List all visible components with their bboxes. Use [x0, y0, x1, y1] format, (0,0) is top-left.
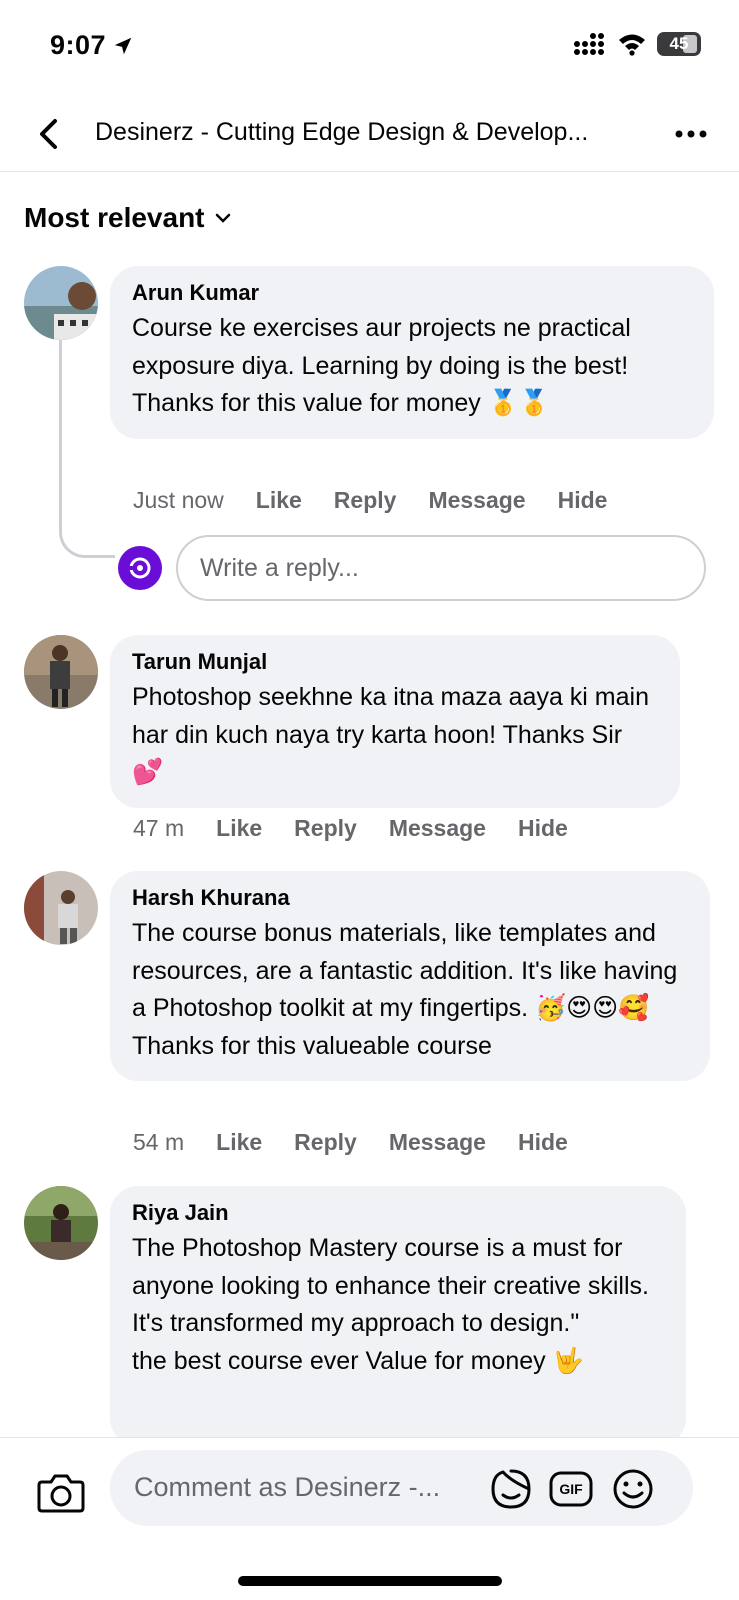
comment-input[interactable]: Comment as Desinerz -... GIF — [110, 1450, 693, 1526]
comment-text: The Photoshop Mastery course is a must f… — [132, 1234, 649, 1375]
hide-button[interactable]: Hide — [518, 815, 568, 842]
sticker-button[interactable] — [488, 1466, 534, 1512]
avatar-photo-harsh — [24, 871, 98, 945]
gif-label: GIF — [559, 1481, 583, 1497]
chevron-down-icon — [215, 213, 230, 223]
camera-icon — [37, 1474, 85, 1513]
reply-thread-line — [59, 340, 115, 558]
status-bar: 9:07 45 — [0, 0, 739, 90]
sort-dropdown[interactable]: Most relevant — [24, 202, 231, 234]
battery-level: 45 — [669, 34, 689, 53]
reply-placeholder: Write a reply... — [200, 553, 359, 582]
reply-button[interactable]: Reply — [294, 1129, 357, 1156]
wifi-icon — [619, 34, 645, 56]
battery-icon: 45 — [657, 32, 701, 56]
chevron-left-icon — [40, 119, 57, 149]
comment-author[interactable]: Riya Jain — [132, 1200, 664, 1226]
comment-actions: Just now Like Reply Message Hide — [133, 487, 639, 514]
comment-timestamp: 47 m — [133, 815, 185, 841]
desinerz-logo-icon — [129, 557, 151, 579]
comment-actions: 54 m Like Reply Message Hide — [133, 1129, 600, 1156]
comment-bubble[interactable]: Harsh Khurana The course bonus materials… — [110, 871, 710, 1081]
sticker-icon — [491, 1469, 531, 1509]
comment-timestamp: 54 m — [133, 1129, 185, 1155]
status-icons: 45 — [573, 32, 701, 56]
cellular-signal-icon — [574, 33, 604, 55]
like-button[interactable]: Like — [256, 487, 302, 514]
reply-input[interactable]: Write a reply... — [176, 535, 706, 601]
reply-button[interactable]: Reply — [294, 815, 357, 842]
comment-author[interactable]: Harsh Khurana — [132, 885, 688, 911]
smiley-icon — [613, 1469, 653, 1509]
avatar[interactable] — [24, 871, 98, 945]
status-time: 9:07 — [50, 30, 134, 61]
comment-author[interactable]: Arun Kumar — [132, 280, 692, 306]
page-avatar — [118, 546, 162, 590]
like-button[interactable]: Like — [216, 815, 262, 842]
location-arrow-icon — [114, 37, 132, 54]
comment-bubble[interactable]: Riya Jain The Photoshop Mastery course i… — [110, 1186, 686, 1446]
message-button[interactable]: Message — [389, 815, 486, 842]
avatar[interactable] — [24, 635, 98, 709]
avatar-photo-tarun — [24, 635, 98, 709]
top-navigation-bar: Desinerz - Cutting Edge Design & Develop… — [0, 100, 739, 172]
page-title: Desinerz - Cutting Edge Design & Develop… — [95, 118, 589, 146]
comment-text: Photoshop seekhne ka itna maza aaya ki m… — [132, 683, 649, 786]
gif-button[interactable]: GIF — [548, 1466, 594, 1512]
comment-text: Course ke exercises aur projects ne prac… — [132, 314, 631, 417]
avatar-photo-riya — [24, 1186, 98, 1260]
home-indicator — [238, 1576, 502, 1586]
comment-placeholder: Comment as Desinerz -... — [134, 1472, 441, 1502]
comment-text: The course bonus materials, like templat… — [132, 919, 678, 1060]
comment-bubble[interactable]: Tarun Munjal Photoshop seekhne ka itna m… — [110, 635, 680, 808]
avatar[interactable] — [24, 1186, 98, 1260]
message-button[interactable]: Message — [389, 1129, 486, 1156]
comment-bubble[interactable]: Arun Kumar Course ke exercises aur proje… — [110, 266, 714, 439]
message-button[interactable]: Message — [428, 487, 525, 514]
more-dots-icon — [675, 130, 707, 138]
avatar-photo-arun — [24, 266, 98, 340]
sort-label: Most relevant — [24, 202, 205, 233]
camera-button[interactable] — [36, 1468, 86, 1518]
avatar[interactable] — [24, 266, 98, 340]
comment-timestamp: Just now — [133, 487, 224, 513]
back-button[interactable] — [28, 114, 68, 154]
comment-actions: 47 m Like Reply Message Hide — [133, 815, 600, 842]
more-options-button[interactable] — [671, 114, 711, 154]
like-button[interactable]: Like — [216, 1129, 262, 1156]
emoji-button[interactable] — [610, 1466, 656, 1512]
hide-button[interactable]: Hide — [518, 1129, 568, 1156]
comment-author[interactable]: Tarun Munjal — [132, 649, 658, 675]
hide-button[interactable]: Hide — [558, 487, 608, 514]
reply-button[interactable]: Reply — [334, 487, 397, 514]
time-text: 9:07 — [50, 30, 107, 60]
